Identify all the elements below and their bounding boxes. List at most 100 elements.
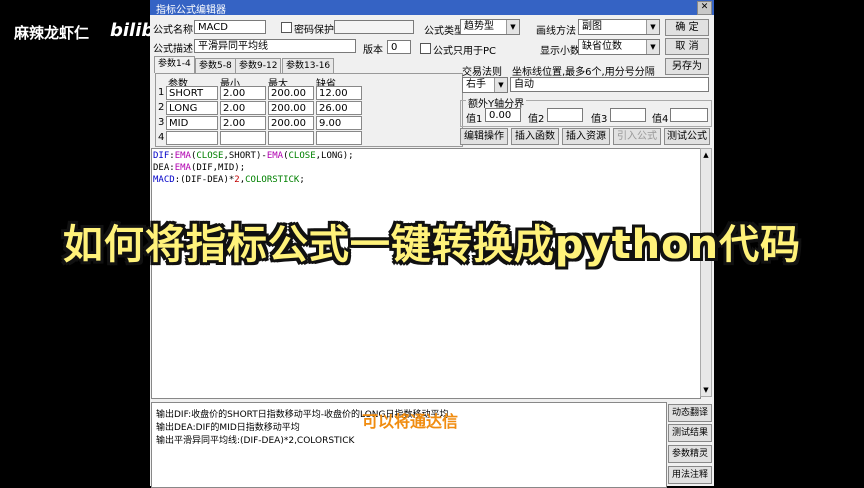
formula-desc-label: 公式描述 (153, 44, 193, 55)
code-token: (DIF,MID); (190, 163, 246, 173)
code-token: :(DIF-DEA)* (174, 175, 235, 185)
password-label: 密码保护 (294, 25, 334, 36)
code-token: DIF (153, 151, 170, 161)
value2-input[interactable] (547, 108, 583, 122)
watermark-logo: bilib (110, 20, 155, 41)
value1-input[interactable]: 0.00 (485, 108, 521, 122)
formula-type-value: 趋势型 (464, 21, 494, 32)
value3-input[interactable] (610, 108, 646, 122)
code-line-3: MACD:(DIF-DEA)*2,COLORSTICK; (153, 175, 305, 185)
scroll-up-icon[interactable]: ▲ (701, 150, 711, 160)
param-max-cell[interactable]: 200.00 (268, 101, 314, 115)
value3-label: 值3 (591, 114, 608, 125)
title-bar: 指标公式编辑器 ✕ (150, 0, 714, 16)
formula-name-label: 公式名称 (153, 25, 193, 36)
insert-resource-button[interactable]: 插入资源 (562, 128, 610, 145)
test-formula-button[interactable]: 测试公式 (664, 128, 710, 145)
chevron-down-icon: ▼ (646, 40, 659, 54)
code-token: CLOSE (288, 151, 316, 161)
param-default-cell[interactable]: 9.00 (316, 116, 362, 130)
code-token: COLORSTICK (245, 175, 300, 185)
param-min-cell[interactable]: 2.00 (220, 86, 266, 100)
param-default-cell[interactable]: 12.00 (316, 86, 362, 100)
value1-label: 值1 (466, 114, 483, 125)
password-checkbox[interactable] (281, 22, 292, 33)
row-number: 2 (158, 102, 165, 113)
value2-label: 值2 (528, 114, 545, 125)
value4-label: 值4 (652, 114, 669, 125)
import-formula-button[interactable]: 引入公式 (613, 128, 661, 145)
code-token: CLOSE (196, 151, 224, 161)
code-line-1: DIF:EMA(CLOSE,SHORT)-EMA(CLOSE,LONG); (153, 151, 354, 161)
code-scrollbar[interactable]: ▲ ▼ (700, 148, 712, 397)
chevron-down-icon: ▼ (646, 20, 659, 34)
cancel-button[interactable]: 取 消 (665, 38, 709, 55)
decimals-select[interactable]: 缺省位数 ▼ (578, 39, 660, 55)
chevron-down-icon: ▼ (494, 78, 507, 92)
trade-rule-value: 右手 (466, 79, 486, 90)
save-as-button[interactable]: 另存为 (665, 58, 709, 75)
headline-overlay: 如何将指标公式一键转换成python代码 (62, 222, 802, 268)
version-label: 版本 (363, 45, 383, 56)
pc-only-checkbox[interactable] (420, 43, 431, 54)
param-default-cell[interactable]: 26.00 (316, 101, 362, 115)
tab-params-13-16[interactable]: 参数13-16 (282, 58, 335, 73)
tab-params-5-8[interactable]: 参数5-8 (195, 58, 236, 73)
param-default-cell[interactable] (316, 131, 362, 145)
draw-method-select[interactable]: 副图 ▼ (578, 19, 660, 35)
decimals-value: 缺省位数 (582, 41, 622, 52)
code-token: EMA (174, 163, 191, 173)
code-token: ,LONG); (315, 151, 354, 161)
draw-method-value: 副图 (582, 21, 602, 32)
param-name-cell[interactable]: MID (166, 116, 218, 130)
param-min-cell[interactable]: 2.00 (220, 116, 266, 130)
param-min-cell[interactable]: 2.00 (220, 101, 266, 115)
row-number: 1 (158, 87, 165, 98)
tab-params-1-4[interactable]: 参数1-4 (154, 56, 195, 73)
param-name-cell[interactable] (166, 131, 218, 145)
code-editor[interactable]: DIF:EMA(CLOSE,SHORT)-EMA(CLOSE,LONG); DE… (151, 148, 701, 399)
formula-name-input[interactable]: MACD (194, 20, 266, 34)
params-grid: 参数 最小 最大 缺省 1 SHORT 2.00 200.00 12.00 2 … (155, 73, 463, 147)
password-input[interactable] (334, 20, 414, 34)
description-line: 输出DEA:DIF的MID日指数移动平均 (156, 423, 300, 433)
coord-lines-label: 坐标线位置,最多6个,用分号分隔 (512, 67, 655, 78)
param-max-cell[interactable]: 200.00 (268, 116, 314, 130)
usage-notes-button[interactable]: 用法注释 (668, 466, 712, 484)
code-token: EMA (266, 151, 284, 161)
tab-params-9-12[interactable]: 参数9-12 (235, 58, 282, 73)
decimals-label: 显示小数 (540, 46, 580, 57)
pc-only-label: 公式只用于PC (433, 46, 497, 57)
formula-type-select[interactable]: 趋势型 ▼ (460, 19, 520, 35)
draw-method-label: 画线方法 (536, 26, 576, 37)
formula-type-label: 公式类型 (424, 26, 464, 37)
test-result-button[interactable]: 测试结果 (668, 424, 712, 442)
param-name-cell[interactable]: LONG (166, 101, 218, 115)
watermark-author: 麻辣龙虾仁 (14, 24, 90, 42)
formula-desc-input[interactable]: 平滑异同平均线 (194, 39, 356, 53)
value4-input[interactable] (670, 108, 708, 122)
code-token: ; (299, 175, 305, 185)
ok-button[interactable]: 确 定 (665, 19, 709, 36)
code-token: DEA (153, 163, 170, 173)
close-icon[interactable]: ✕ (697, 1, 712, 15)
param-min-cell[interactable] (220, 131, 266, 145)
scroll-down-icon[interactable]: ▼ (701, 385, 711, 395)
param-max-cell[interactable]: 200.00 (268, 86, 314, 100)
row-number: 3 (158, 117, 165, 128)
param-wizard-button[interactable]: 参数精灵 (668, 445, 712, 463)
version-input[interactable]: 0 (387, 40, 411, 54)
row-number: 4 (158, 132, 165, 143)
insert-function-button[interactable]: 插入函数 (511, 128, 559, 145)
param-max-cell[interactable] (268, 131, 314, 145)
window-title: 指标公式编辑器 (156, 5, 226, 16)
param-name-cell[interactable]: SHORT (166, 86, 218, 100)
edit-operation-button[interactable]: 编辑操作 (460, 128, 508, 145)
trade-rule-select[interactable]: 右手 ▼ (462, 77, 508, 93)
code-token: ,SHORT)- (223, 151, 267, 161)
subtitle-overlay: 可以将通达信 (362, 412, 459, 431)
description-line: 输出平滑异同平均线:(DIF-DEA)*2,COLORSTICK (156, 436, 355, 446)
trade-rule-label: 交易法则 (462, 67, 502, 78)
coord-lines-input[interactable]: 自动 (510, 77, 709, 92)
dynamic-translate-button[interactable]: 动态翻译 (668, 404, 712, 422)
